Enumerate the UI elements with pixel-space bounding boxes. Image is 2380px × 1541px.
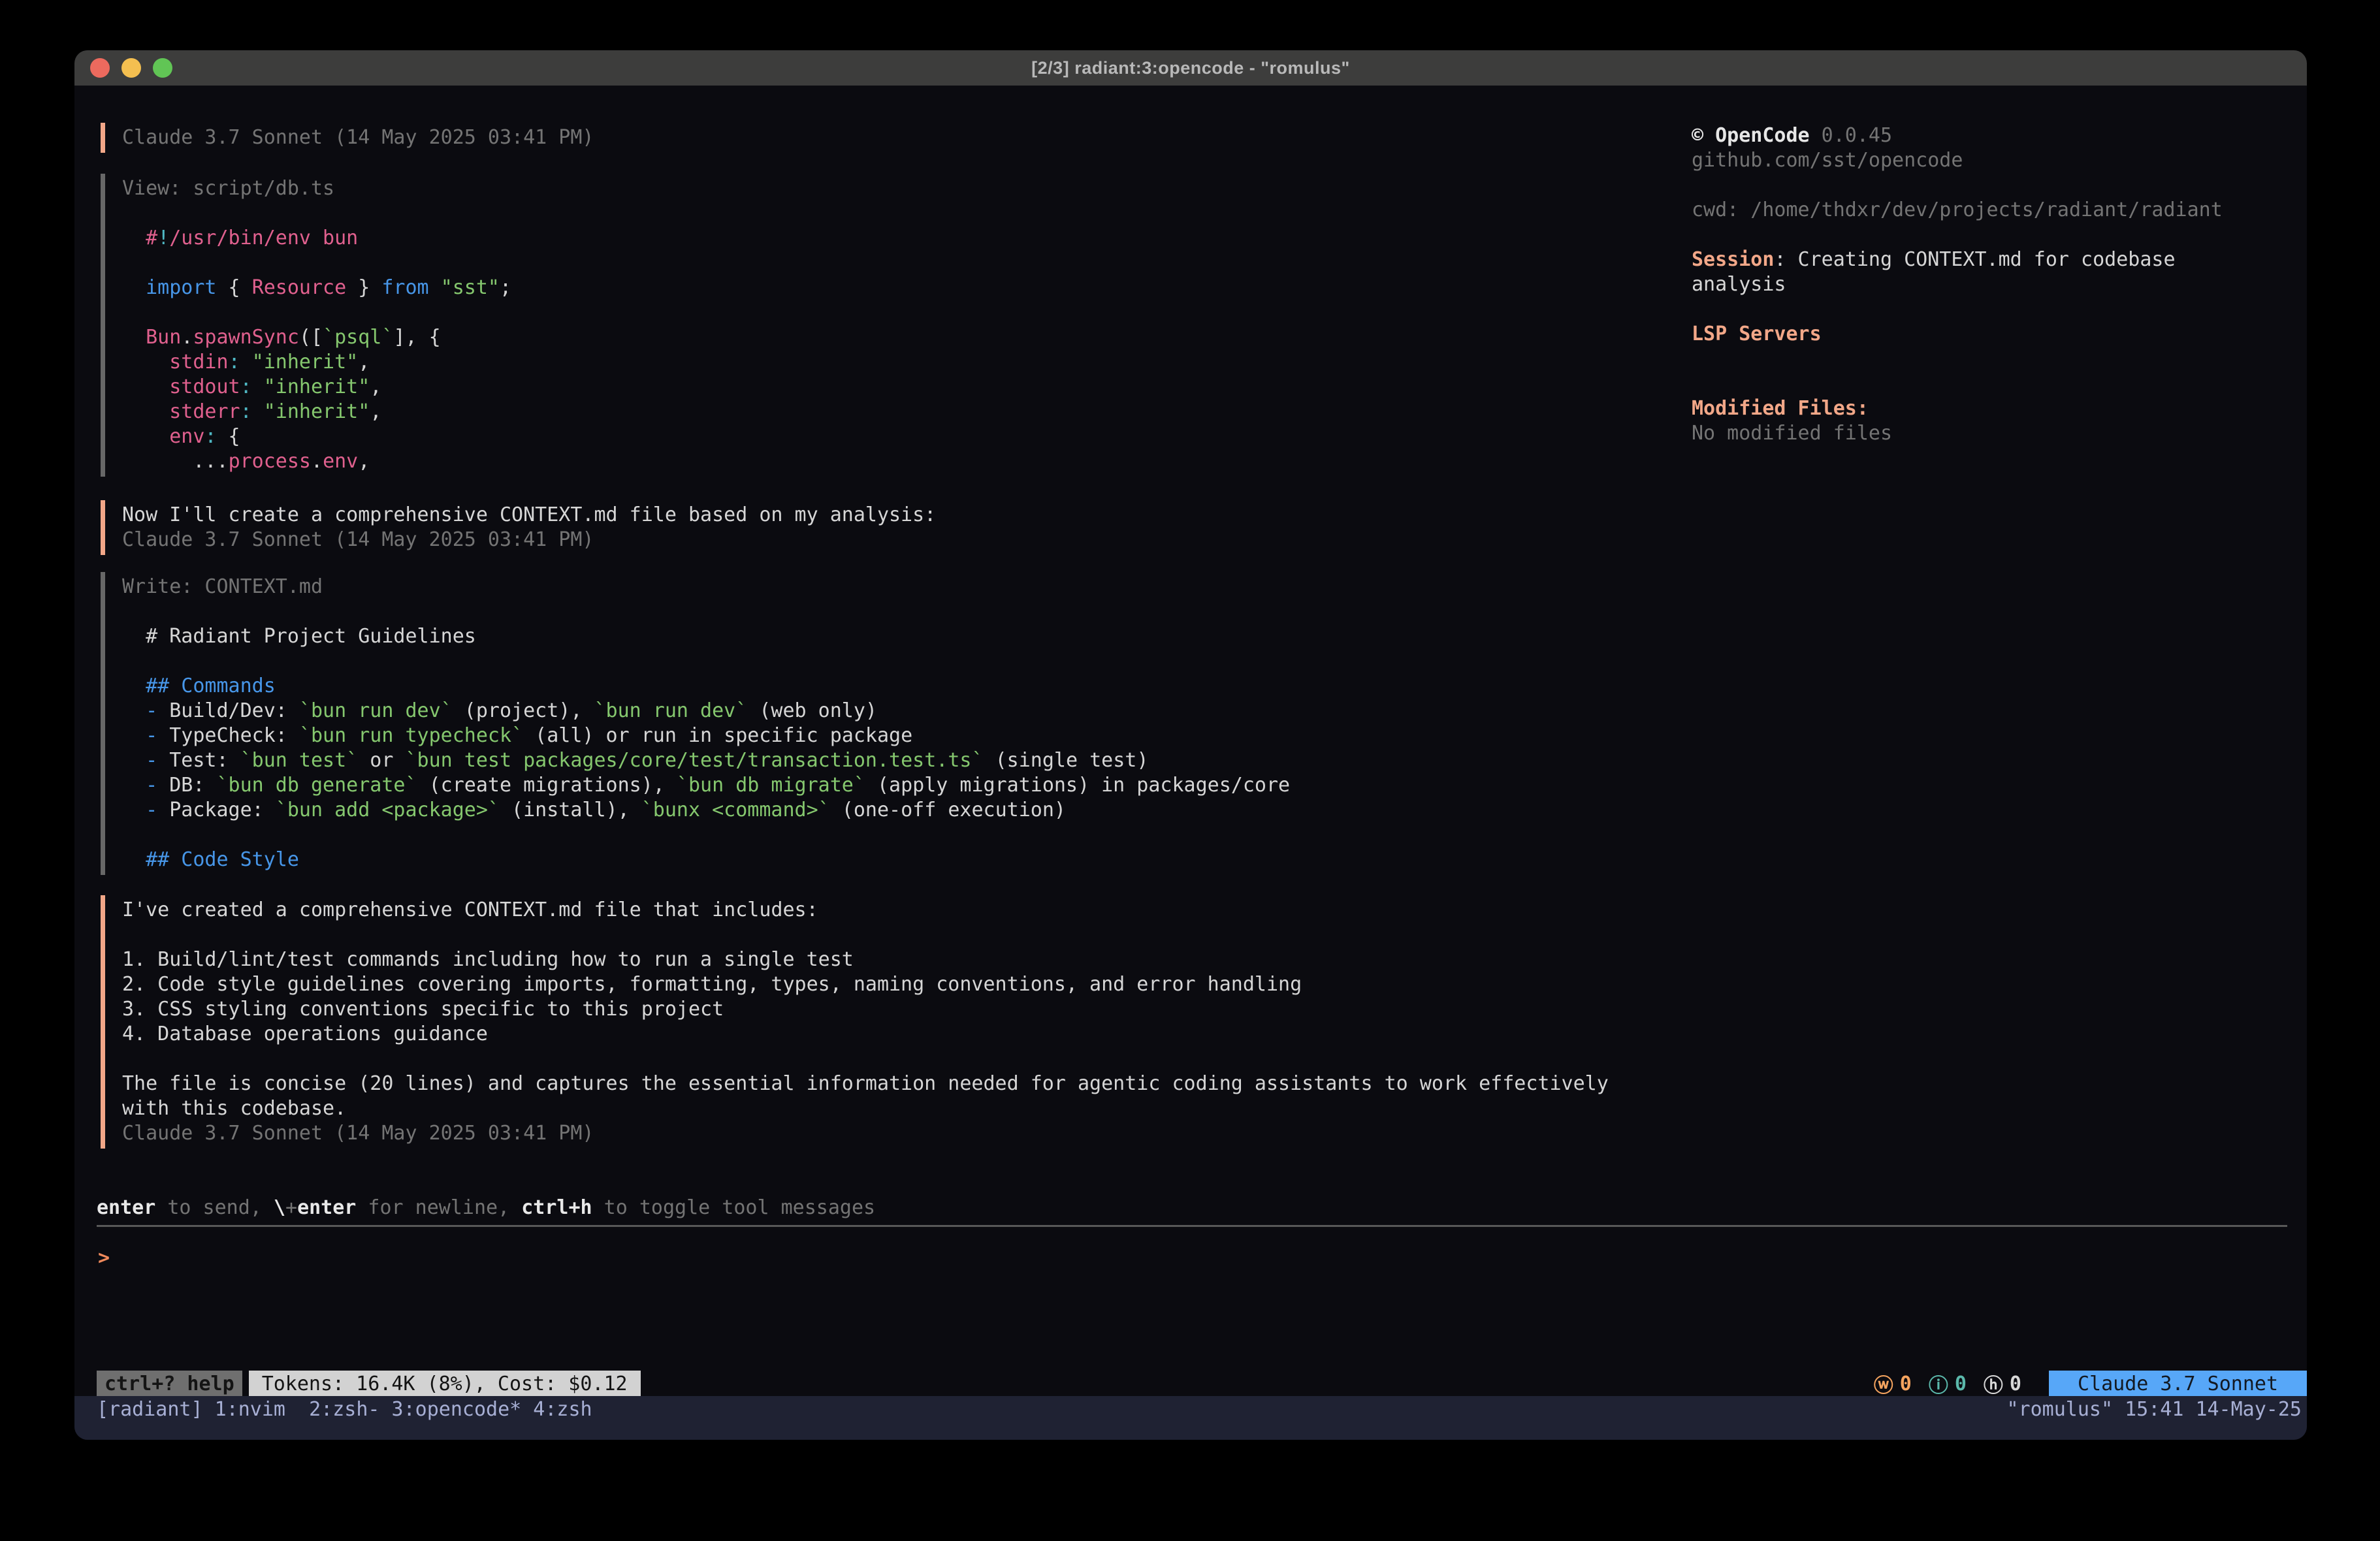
- tool-output-write-context-md: Write: CONTEXT.md # Radiant Project Guid…: [101, 572, 1290, 875]
- info-diagnostics: ⓘ 0: [1929, 1369, 1967, 1398]
- help-badge[interactable]: ctrl+? help: [97, 1371, 242, 1397]
- terminal-content: Claude 3.7 Sonnet (14 May 2025 03:41 PM)…: [74, 86, 2307, 1440]
- hint-count: 0: [2010, 1373, 2021, 1395]
- keybinding-hint: enter to send, \+enter for newline, ctrl…: [97, 1196, 875, 1220]
- hint-icon: ⓗ: [1984, 1369, 2003, 1398]
- warning-count: 0: [1900, 1373, 1912, 1395]
- input-separator: [97, 1225, 2287, 1227]
- traffic-lights: [90, 50, 172, 86]
- model-badge[interactable]: Claude 3.7 Sonnet: [2049, 1371, 2307, 1397]
- hint-diagnostics: ⓗ 0: [1984, 1369, 2021, 1398]
- info-icon: ⓘ: [1929, 1369, 1948, 1398]
- tmux-session-clock: "romulus" 15:41 14-May-25: [2006, 1396, 2302, 1423]
- zoom-button[interactable]: [153, 58, 172, 78]
- minimize-button[interactable]: [121, 58, 141, 78]
- prompt-chevron-icon: >: [98, 1247, 110, 1269]
- tmux-status-bar: [radiant] 1:nvim 2:zsh- 3:opencode* 4:zs…: [74, 1396, 2307, 1440]
- terminal-window: [2/3] radiant:3:opencode - "romulus" Cla…: [74, 50, 2307, 1440]
- assistant-message-3: I've created a comprehensive CONTEXT.md …: [101, 895, 1609, 1149]
- tmux-window-list[interactable]: [radiant] 1:nvim 2:zsh- 3:opencode* 4:zs…: [97, 1396, 592, 1423]
- window-title: [2/3] radiant:3:opencode - "romulus": [1031, 58, 1350, 78]
- message-input[interactable]: >: [98, 1246, 110, 1271]
- title-bar: [2/3] radiant:3:opencode - "romulus": [74, 50, 2307, 86]
- warning-diagnostics: ⓦ 0: [1874, 1369, 1912, 1398]
- assistant-message-2: Now I'll create a comprehensive CONTEXT.…: [101, 500, 936, 555]
- tool-output-view-db-ts: View: script/db.ts #!/usr/bin/env bun im…: [101, 174, 511, 477]
- close-button[interactable]: [90, 58, 110, 78]
- tokens-cost-badge: Tokens: 16.4K (8%), Cost: $0.12: [249, 1371, 641, 1397]
- opencode-status-bar: ctrl+? help Tokens: 16.4K (8%), Cost: $0…: [74, 1371, 2307, 1397]
- session-sidebar: © OpenCode 0.0.45github.com/sst/opencode…: [1692, 123, 2253, 446]
- assistant-message-header-1: Claude 3.7 Sonnet (14 May 2025 03:41 PM): [101, 123, 594, 153]
- warning-icon: ⓦ: [1874, 1369, 1893, 1398]
- diagnostics-counters: ⓦ 0 ⓘ 0 ⓗ 0: [1874, 1369, 2021, 1398]
- info-count: 0: [1955, 1373, 1967, 1395]
